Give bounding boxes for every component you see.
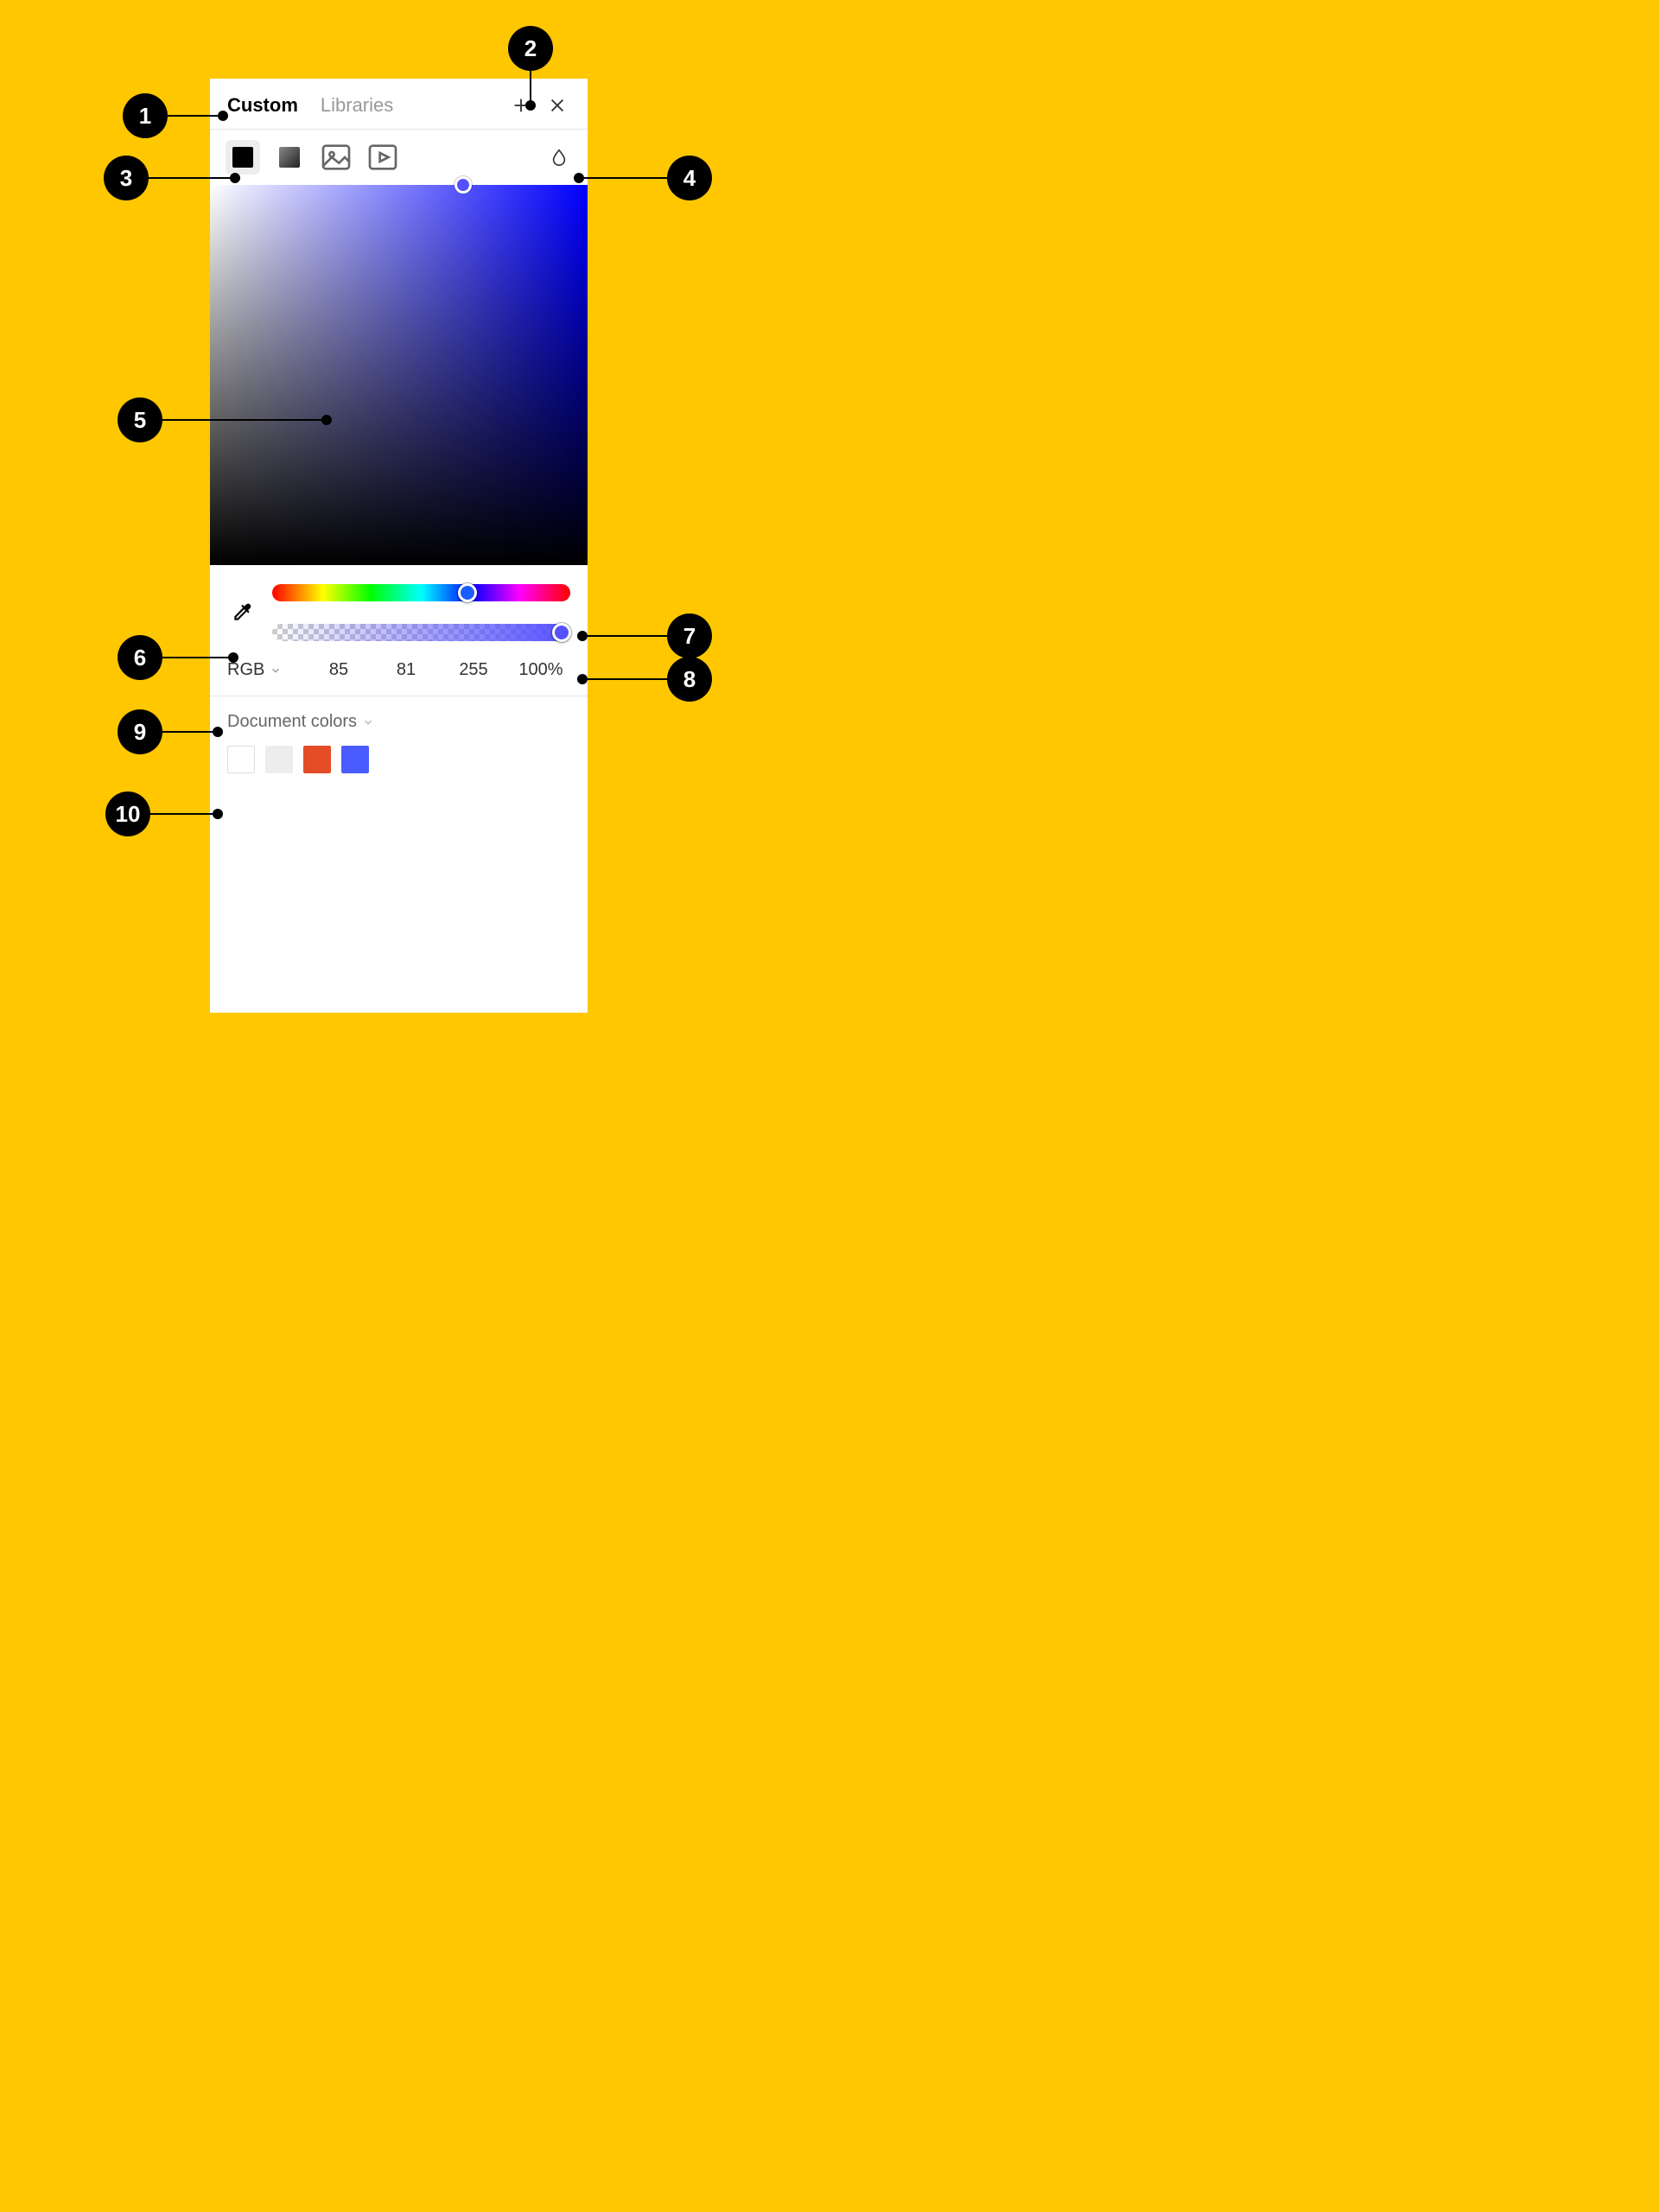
close-icon [548,96,567,115]
value-b-input[interactable]: 255 [444,660,503,680]
opacity-slider-handle[interactable] [552,623,571,642]
chevron-down-icon [270,664,282,677]
document-swatches-row [227,746,570,773]
value-alpha-input[interactable]: 100% [512,660,570,680]
solid-fill-icon [232,147,253,168]
annotation-2-line [530,71,531,102]
annotation-number: 7 [667,613,712,658]
blend-mode-button[interactable] [546,144,572,170]
annotation-2: 2 [508,26,553,71]
color-mode-label: RGB [227,660,264,680]
value-r-input[interactable]: 85 [309,660,368,680]
droplet-icon [550,148,569,167]
color-mode-select[interactable]: RGB [227,660,282,680]
chevron-down-icon [362,716,374,728]
saturation-value-area[interactable] [210,185,588,565]
annotation-8: 8 [577,657,712,702]
annotation-2-dot [525,100,536,111]
color-values-row: RGB 85 81 255 100% [210,650,588,696]
annotation-number: 6 [118,635,162,680]
gradient-fill-icon [279,147,300,168]
annotation-number: 10 [105,791,150,836]
annotation-4: 4 [574,156,712,200]
annotation-number: 9 [118,709,162,754]
document-colors-section: Document colors [210,696,588,789]
eyedropper-button[interactable] [227,598,257,627]
document-colors-label: Document colors [227,712,357,732]
sliders-column [272,584,570,641]
paint-type-video[interactable] [365,140,400,175]
video-fill-icon [365,140,400,175]
hue-slider-handle[interactable] [458,583,477,602]
annotation-10: 10 [105,791,223,836]
hue-slider[interactable] [272,584,570,601]
annotation-number: 2 [508,26,553,71]
eyedropper-icon [231,601,253,624]
paint-type-gradient[interactable] [272,140,307,175]
annotation-9: 9 [118,709,223,754]
doc-swatch-4[interactable] [341,746,369,773]
close-panel-button[interactable] [544,92,570,118]
paint-type-row [210,130,588,185]
annotation-number: 8 [667,657,712,702]
document-colors-dropdown[interactable]: Document colors [227,712,570,732]
tab-custom[interactable]: Custom [227,94,298,117]
annotation-number: 3 [104,156,149,200]
doc-swatch-2[interactable] [265,746,293,773]
sliders-section [210,565,588,650]
annotation-7: 7 [577,613,712,658]
tab-libraries[interactable]: Libraries [321,94,393,117]
doc-swatch-1[interactable] [227,746,255,773]
paint-type-solid[interactable] [226,140,260,175]
annotation-number: 4 [667,156,712,200]
saturation-value-handle[interactable] [454,176,472,194]
doc-swatch-3[interactable] [303,746,331,773]
paint-type-image[interactable] [319,140,353,175]
image-fill-icon [319,140,353,175]
annotation-number: 5 [118,397,162,442]
opacity-slider[interactable] [272,624,570,641]
value-g-input[interactable]: 81 [377,660,435,680]
annotation-number: 1 [123,93,168,138]
color-picker-panel: Custom Libraries [210,79,588,1013]
